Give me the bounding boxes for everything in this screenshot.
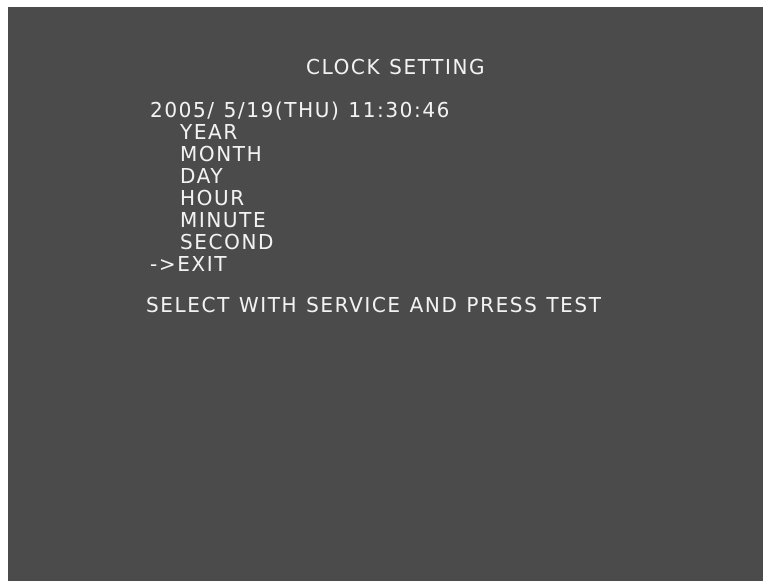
screen-title: CLOCK SETTING [306,55,487,79]
menu-item-year[interactable]: YEAR [180,122,239,142]
menu-item-exit[interactable]: ->EXIT [150,254,228,274]
menu-item-minute[interactable]: MINUTE [180,210,267,230]
instruction-text: SELECT WITH SERVICE AND PRESS TEST [146,293,603,317]
menu-item-day[interactable]: DAY [180,166,224,186]
menu-item-second[interactable]: SECOND [180,232,275,252]
clock-setting-screen: CLOCK SETTING 2005/ 5/19(THU) 11:30:46 Y… [8,7,763,581]
current-datetime: 2005/ 5/19(THU) 11:30:46 [150,98,451,122]
menu-item-month[interactable]: MONTH [180,144,263,164]
menu-item-exit-label: EXIT [177,252,229,276]
selection-cursor: -> [150,252,178,276]
menu-item-hour[interactable]: HOUR [180,188,246,208]
